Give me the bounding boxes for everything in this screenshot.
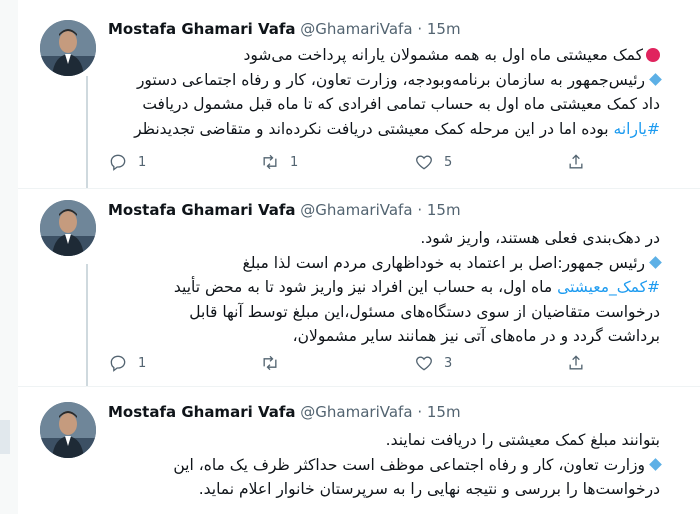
display-name[interactable]: Mostafa Ghamari Vafa [108,20,296,38]
reply-button[interactable]: 1 [108,351,146,375]
timestamp[interactable]: 15m [427,20,461,38]
user-handle[interactable]: @GhamariVafa [300,201,412,219]
tweet-line: وزارت تعاون، کار و رفاه اجتماعی موظف است… [173,455,645,474]
tweet-line: درخواست متقاضیان از سوی دستگاه‌های مسئول… [189,302,660,321]
share-button[interactable] [566,351,586,375]
heart-icon [416,155,432,170]
like-count: 3 [444,355,453,371]
retweet-icon [263,154,277,170]
avatar[interactable] [40,20,96,76]
tweet-line: ماه اول [503,278,553,296]
reply-button[interactable]: 1 [108,150,146,174]
tweet-line: برداشت گردد و در ماه‌های آتی نیز همانند … [292,327,660,345]
like-button[interactable]: 3 [414,351,452,375]
tweet-line: درخواست‌ها را بررسی و نتیجه نهایی را به … [198,480,660,498]
tweet-header: Mostafa Ghamari Vafa @GhamariVafa · 15m [108,201,461,223]
red-circle-icon [646,48,660,62]
reply-count: 1 [138,154,147,170]
tweet-text: کمک معیشتی ماه اول به همه مشمولان یارانه… [110,43,662,141]
left-scroll-rail [0,0,18,514]
scroll-handle[interactable] [0,420,10,454]
retweet-icon [263,355,277,371]
tweet-line: در دهک‌بندی فعلی هستند، واریز شود. [420,229,660,247]
like-button[interactable]: 5 [414,150,452,174]
tweet-header: Mostafa Ghamari Vafa @GhamariVafa · 15m [108,403,461,425]
avatar[interactable] [40,402,96,458]
reply-icon [110,154,126,171]
separator-dot: · [417,403,423,421]
blue-diamond-icon [649,72,662,86]
retweet-button[interactable] [260,351,290,375]
tweet-text: در دهک‌بندی فعلی هستند، واریز شود. رئیس … [110,226,662,349]
like-count: 5 [444,154,453,170]
tweet-line: ، به حساب این افراد نیز واریز شود تا به … [173,278,504,296]
tweet-line: داد کمک معیشتی ماه اول به حساب تمامی افر… [142,95,660,113]
share-icon [569,355,583,370]
thread-line [86,76,88,188]
thread-line [86,264,88,386]
tweet-line: بتوانند مبلغ کمک معیشتی را دریافت نمایند… [385,431,660,449]
tweet-line: رئیس‌جمهور به سازمان برنامه‌وبودجه، وزار… [136,70,645,89]
share-icon [569,154,583,169]
avatar[interactable] [40,200,96,256]
timestamp[interactable]: 15m [427,403,461,421]
hashtag-link[interactable]: #کمک_معیشتی [557,278,660,296]
user-handle[interactable]: @GhamariVafa [300,403,412,421]
reply-icon [110,355,126,372]
reply-count: 1 [138,355,147,371]
heart-icon [416,356,432,371]
tweet-line: رئیس جمهور:اصل بر اعتماد به خوداظهاری مر… [242,253,645,272]
timestamp[interactable]: 15m [427,201,461,219]
share-button[interactable] [566,150,586,174]
tweet-actions: 1 3 [108,351,668,375]
separator-dot: · [417,20,423,38]
user-handle[interactable]: @GhamariVafa [300,20,412,38]
blue-diamond-icon [649,255,662,269]
blue-diamond-icon [649,457,662,471]
hashtag-link[interactable]: #یارانه [614,120,660,138]
tweet-text: بتوانند مبلغ کمک معیشتی را دریافت نمایند… [110,428,662,502]
tweet-actions: 1 1 5 [108,150,668,174]
display-name[interactable]: Mostafa Ghamari Vafa [108,201,296,219]
tweet-line: بوده اما در این مرحله کمک معیشتی دریافت … [134,119,609,138]
separator-dot: · [417,201,423,219]
tweet-line: کمک معیشتی ماه اول به همه مشمولان یارانه… [243,46,643,64]
display-name[interactable]: Mostafa Ghamari Vafa [108,403,296,421]
retweet-count: 1 [290,154,299,170]
tweet-header: Mostafa Ghamari Vafa @GhamariVafa · 15m [108,20,461,42]
retweet-button[interactable]: 1 [260,150,298,174]
